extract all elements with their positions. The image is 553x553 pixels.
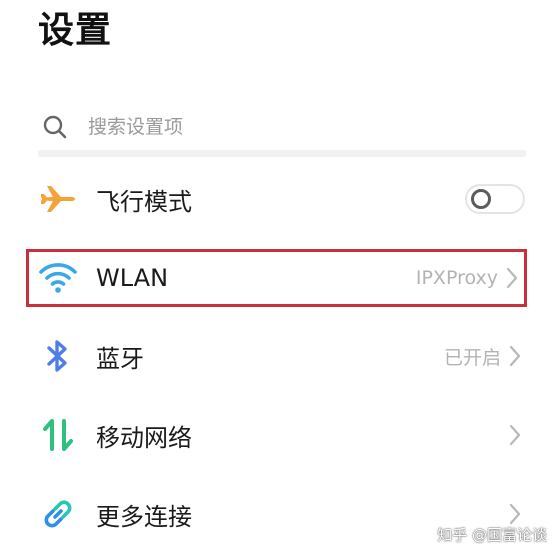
settings-item-label: 蓝牙: [96, 344, 144, 373]
chevron-right-icon: [507, 344, 523, 368]
settings-screen: 设置 飞行模式: [0, 0, 553, 553]
settings-item-airplane-mode[interactable]: 飞行模式: [26, 170, 527, 228]
settings-item-mobile-network[interactable]: 移动网络: [26, 406, 527, 464]
bluetooth-icon: [38, 336, 78, 376]
settings-item-label: WLAN: [96, 264, 169, 292]
chevron-right-icon: [507, 502, 523, 526]
section-divider: [38, 150, 526, 157]
toggle-knob: [471, 189, 491, 209]
search-input[interactable]: [88, 116, 488, 138]
airplane-icon: [38, 179, 78, 219]
watermark-text: 知乎 @国富论谈: [437, 526, 547, 544]
chevron-right-icon: [507, 423, 523, 447]
chevron-right-icon: [504, 266, 520, 290]
settings-item-label: 飞行模式: [96, 187, 192, 216]
settings-item-label: 移动网络: [96, 423, 192, 452]
search-bar[interactable]: [38, 104, 526, 150]
mobile-data-icon: [38, 415, 78, 455]
watermark: 知乎 @国富论谈: [437, 524, 547, 545]
wlan-network-name: IPXProxy: [415, 267, 498, 289]
settings-item-wlan[interactable]: WLAN IPXProxy: [26, 249, 527, 307]
page-title: 设置: [38, 10, 113, 51]
settings-item-bluetooth[interactable]: 蓝牙 已开启: [26, 327, 527, 385]
bluetooth-status: 已开启: [443, 346, 501, 369]
wifi-icon: [38, 258, 78, 298]
airplane-mode-toggle[interactable]: [465, 184, 525, 214]
search-icon: [42, 114, 68, 140]
link-icon: [38, 494, 78, 534]
